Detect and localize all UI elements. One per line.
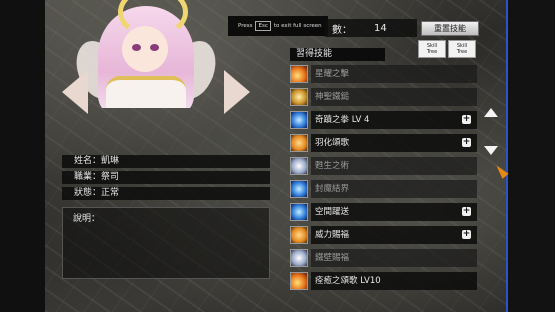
skill-name: 奇蹟之拳 LV 4 + [311,111,477,129]
eye-left [132,44,141,51]
eye-right [150,44,159,51]
skill-item[interactable]: 神聖鐵鎚 [290,87,477,107]
skill-plus-icon[interactable]: + [462,207,471,216]
skill-item[interactable]: 空間躍送 + [290,202,477,222]
fullscreen-hint: Press Esc to exit full screen [228,16,328,36]
window-edge [506,0,508,312]
skill-name: 封魔結界 [311,180,477,198]
skill-icon [290,88,308,106]
skill-item[interactable]: 封魔結界 [290,179,477,199]
skill-name: 痊癒之頌歌 LV10 [311,272,477,290]
skill-tree-button-2[interactable]: Skill Tree [448,40,476,58]
skill-tree-button[interactable]: Skill Tree [418,40,446,58]
skill-tree-line2: Tree [456,49,468,55]
skill-plus-icon[interactable]: + [462,230,471,239]
left-letterbox [0,0,45,312]
character-status: 狀態：正常 [62,187,270,200]
skill-name: 鐵壁賜福 [311,249,477,267]
skill-item[interactable]: 羽化頌歌 + [290,133,477,153]
skill-name: 甦生之術 [311,157,477,175]
scroll-up-icon[interactable] [484,108,498,120]
scroll-down-icon[interactable] [484,146,498,158]
skill-name: 威力賜福 + [311,226,477,244]
skill-icon [290,249,308,267]
skill-name: 羽化頌歌 + [311,134,477,152]
character-name: 姓名：凱琳 [62,155,270,168]
skill-icon [290,65,308,83]
skill-item[interactable]: 痊癒之頌歌 LV10 [290,271,477,291]
skill-icon [290,134,308,152]
skill-plus-icon[interactable]: + [462,115,471,124]
reset-skills-button[interactable]: 重置技能 [421,21,479,36]
prev-character-arrow-icon[interactable] [62,70,88,114]
skill-name: 空間躍送 + [311,203,477,221]
hint-esc-key: Esc [255,21,271,31]
skill-icon [290,226,308,244]
skill-icon [290,111,308,129]
skill-item[interactable]: 星耀之擊 [290,64,477,84]
learned-skills-title: 習得技能 [290,48,385,61]
skill-list: 星耀之擊 神聖鐵鎚 奇蹟之拳 LV 4 + 羽化頌歌 + 甦生之術 封魔結界 空間躍… [290,64,477,294]
description-label: 說明： [73,214,101,224]
description-panel: 說明： [62,207,270,279]
right-letterbox [506,0,555,312]
character-job: 職業：祭司 [62,171,270,184]
skill-icon [290,272,308,290]
skill-icon [290,157,308,175]
skill-tree-line2: Tree [426,49,438,55]
skill-points: 數： 14 [325,19,417,37]
skill-points-value: 14 [374,22,387,34]
skill-item[interactable]: 奇蹟之拳 LV 4 + [290,110,477,130]
hint-text: to exit full screen [273,23,322,29]
skill-plus-icon[interactable]: + [462,138,471,147]
skill-name: 神聖鐵鎚 [311,88,477,106]
character-portrait [70,0,220,108]
skill-icon [290,203,308,221]
portrait-face [122,26,168,72]
hint-press: Press [238,23,253,29]
skill-item[interactable]: 鐵壁賜福 [290,248,477,268]
skill-icon [290,180,308,198]
portrait-robe [106,76,186,108]
skill-item[interactable]: 威力賜福 + [290,225,477,245]
skill-item[interactable]: 甦生之術 [290,156,477,176]
skill-name: 星耀之擊 [311,65,477,83]
next-character-arrow-icon[interactable] [224,70,250,114]
skill-points-label: 數： [332,24,352,36]
